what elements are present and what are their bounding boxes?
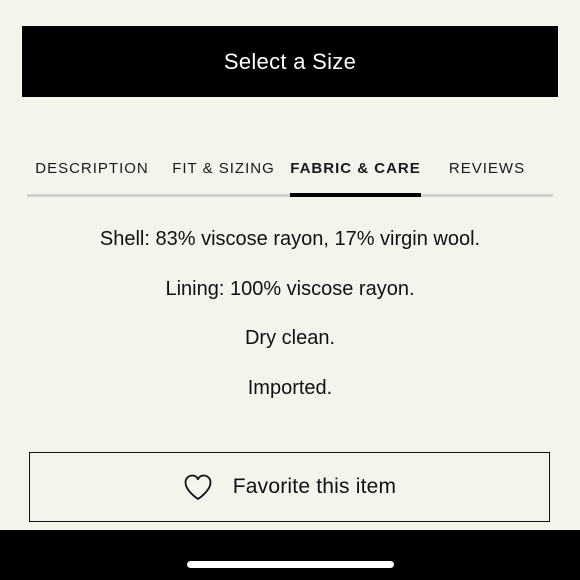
tab-fabric-care[interactable]: FABRIC & CARE <box>290 140 421 197</box>
tab-reviews[interactable]: REVIEWS <box>421 140 553 197</box>
system-home-bar <box>0 530 580 580</box>
fabric-care-details: Shell: 83% viscose rayon, 17% virgin woo… <box>0 215 580 413</box>
tab-description[interactable]: DESCRIPTION <box>27 140 157 197</box>
select-size-button[interactable]: Select a Size <box>22 26 558 97</box>
origin-note: Imported. <box>247 376 333 399</box>
home-indicator[interactable] <box>187 561 394 568</box>
shell-composition: Shell: 83% viscose rayon, 17% virgin woo… <box>99 228 481 250</box>
product-tabs: DESCRIPTION FIT & SIZING FABRIC & CARE R… <box>27 140 553 197</box>
care-instruction: Dry clean. <box>244 327 336 349</box>
favorite-button[interactable]: Favorite this item <box>29 452 550 522</box>
favorite-label: Favorite this item <box>232 475 397 498</box>
lining-composition: Lining: 100% viscose rayon. <box>165 277 415 300</box>
tab-fit-sizing[interactable]: FIT & SIZING <box>157 140 290 197</box>
heart-outline-icon <box>183 473 213 501</box>
